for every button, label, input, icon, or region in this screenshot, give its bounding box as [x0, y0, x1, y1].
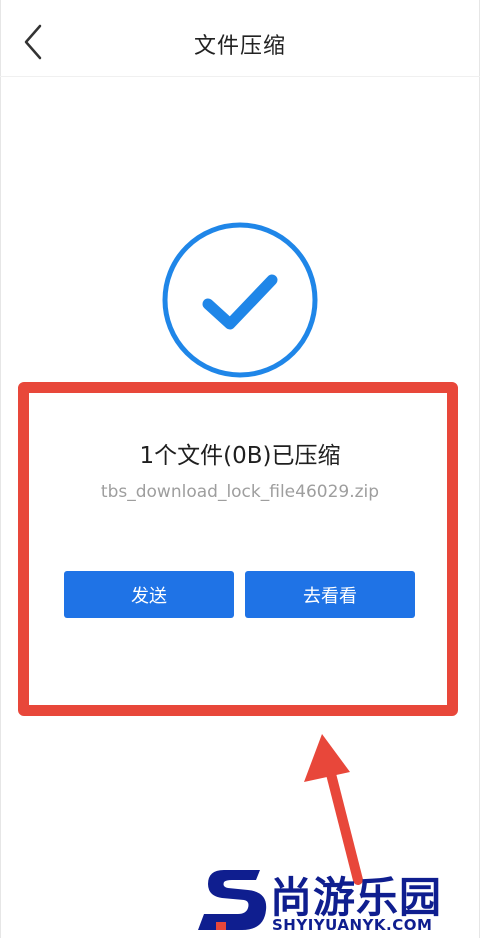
archive-file-name: tbs_download_lock_file46029.zip [100, 482, 380, 502]
watermark-logo-icon [198, 870, 267, 930]
header: 文件压缩 [0, 0, 480, 78]
highlight-annotation [18, 382, 458, 716]
send-button[interactable]: 发送 [64, 571, 234, 618]
watermark: 尚游乐园 SHYIYUANYK.COM [198, 860, 480, 938]
view-button[interactable]: 去看看 [245, 571, 415, 618]
check-circle-icon [162, 222, 318, 378]
watermark-name-en: SHYIYUANYK.COM [272, 916, 433, 934]
header-divider [0, 76, 480, 77]
compress-result-title: 1个文件(0B)已压缩 [139, 443, 341, 469]
page-title: 文件压缩 [193, 34, 286, 59]
